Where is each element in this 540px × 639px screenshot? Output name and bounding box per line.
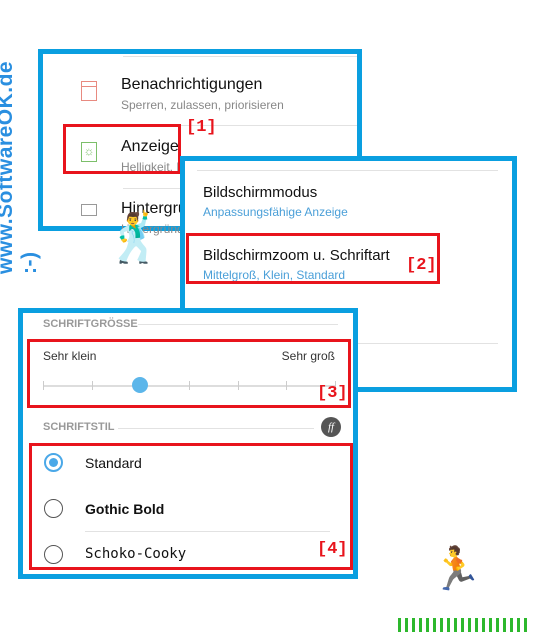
highlight-box-4 (29, 443, 353, 570)
watermark: www.SoftwareOK.de :-) (0, 60, 41, 274)
running-figure-image: 🏃 (430, 545, 483, 592)
notification-icon (81, 81, 97, 101)
tag-4: [4] (317, 540, 348, 559)
highlight-box-1 (63, 124, 181, 174)
paintbrush-icon (81, 204, 97, 216)
tag-3: [3] (317, 384, 348, 403)
font-size-header: SCHRIFTGRÖSSE (43, 318, 138, 330)
tag-1: [1] (186, 118, 217, 137)
item-title: Benachrichtigungen (121, 76, 263, 93)
settings-item-notifications[interactable]: Benachrichtigungen Sperren, zulassen, pr… (121, 76, 284, 112)
font-style-header: SCHRIFTSTIL (43, 421, 115, 433)
grass-decoration (398, 618, 528, 632)
download-fonts-icon[interactable]: ff (321, 417, 341, 437)
dancing-figures-image: 🕺 (105, 212, 165, 265)
highlight-box-2 (186, 233, 440, 284)
item-subtitle: Anpassungsfähige Anzeige (203, 205, 348, 219)
screen-mode-item[interactable]: Bildschirmmodus Anpassungsfähige Anzeige (203, 184, 348, 219)
item-title: Bildschirmmodus (203, 184, 318, 201)
item-subtitle: Sperren, zulassen, priorisieren (121, 98, 284, 112)
highlight-box-3 (27, 339, 351, 408)
tag-2: [2] (406, 256, 437, 275)
